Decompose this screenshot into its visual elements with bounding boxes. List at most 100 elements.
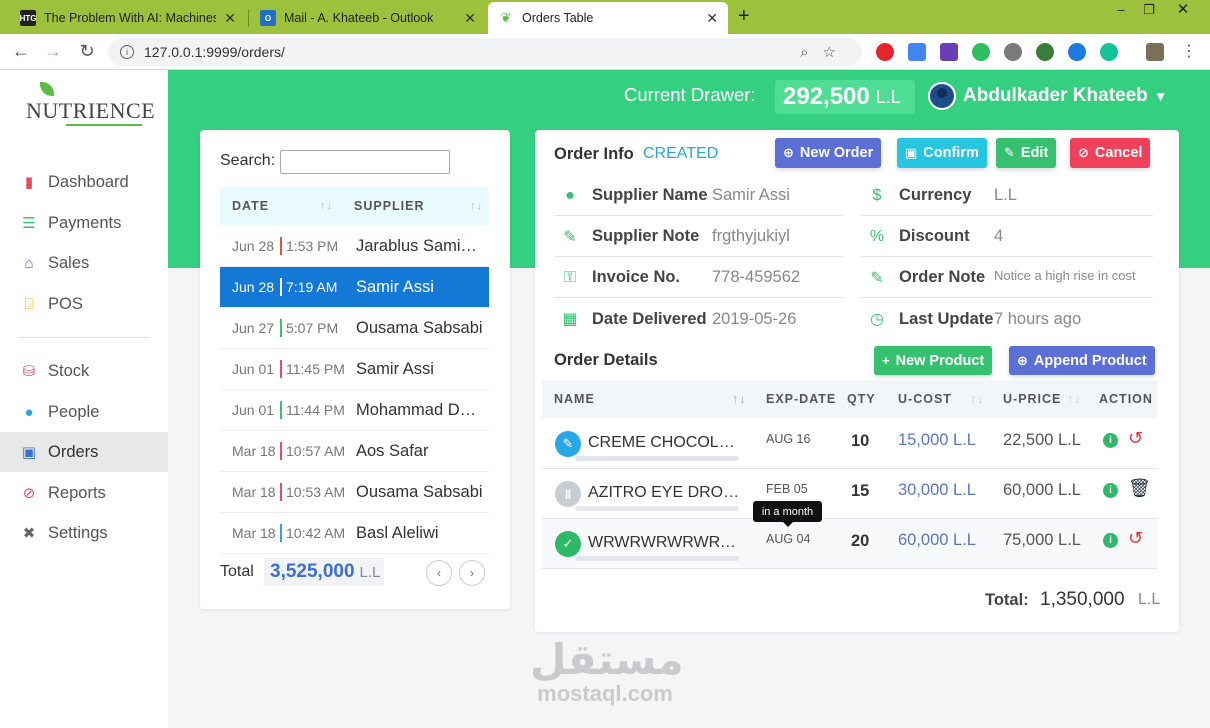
nutrience-favicon-icon: ❦ [500, 10, 512, 25]
restore-icon[interactable]: ❐ [1134, 0, 1164, 20]
order-time: 10:57 AM [286, 443, 346, 459]
sidebar-item-reports[interactable]: ⊘ Reports [0, 473, 168, 513]
sidebar-item-payments[interactable]: ☰ Payments [0, 203, 168, 243]
sidebar-item-label: Stock [48, 361, 90, 380]
evernote-icon[interactable] [972, 43, 990, 61]
column-header-u-price[interactable]: U-PRICE [1003, 392, 1061, 406]
order-row[interactable]: Jun 27 5:07 PM Ousama Sabsabi [220, 308, 489, 349]
sidebar-item-label: Reports [48, 483, 106, 502]
window-close-icon[interactable]: ✕ [1168, 0, 1198, 20]
profile-avatar[interactable] [1146, 43, 1164, 61]
brand-logo[interactable]: NUTRIENCE [26, 80, 155, 132]
back-icon[interactable]: ← [10, 41, 32, 62]
order-supplier: Ousama Sabsabi [356, 482, 483, 501]
product-row[interactable]: ✎ CREME CHOCOLATE AUG 16 10 15,000 L.L 22,500… [542, 419, 1158, 469]
extension-icon[interactable] [876, 43, 894, 61]
order-row[interactable]: Mar 18 10:42 AM Basl Aleliwi [220, 513, 489, 554]
next-page-button[interactable]: › [459, 560, 485, 586]
column-header-date[interactable]: DATE [232, 199, 269, 213]
sort-icon[interactable]: ↑↓ [470, 200, 483, 212]
progress-bar [575, 556, 739, 561]
reload-icon[interactable]: ↻ [76, 41, 98, 62]
sidebar-item-stock[interactable]: ⛁ Stock [0, 351, 168, 391]
sidebar-item-dashboard[interactable]: ▮ Dashboard [0, 162, 168, 202]
info-icon[interactable]: i [1103, 483, 1118, 498]
extension-icon[interactable] [1004, 43, 1022, 61]
order-row[interactable]: Jun 28 1:53 PM Jarablus Samiskaaa [220, 226, 489, 267]
browser-tab-active[interactable]: ❦ Orders Table ✕ [488, 2, 728, 34]
confirm-button[interactable]: ▣ Confirm [897, 138, 987, 168]
column-header-name[interactable]: NAME [554, 392, 595, 406]
forward-icon[interactable]: → [42, 41, 64, 62]
new-tab-icon[interactable]: + [738, 5, 750, 28]
column-header-exp-date[interactable]: EXP-DATE [766, 392, 836, 406]
column-header-supplier[interactable]: SUPPLIER [354, 199, 425, 213]
date-delivered-row: ▦ Date Delivered 2019-05-26 [554, 299, 844, 339]
field-label: Supplier Note [592, 227, 700, 245]
store-icon: ⌸ [24, 295, 34, 313]
orders-icon: ▣ [21, 444, 37, 461]
user-edit-icon: ✎ [563, 228, 577, 246]
browser-tab[interactable]: O Mail - A. Khateeb - Outlook ✕ [250, 2, 486, 34]
close-icon[interactable]: ✕ [706, 10, 718, 27]
order-time: 5:07 PM [286, 320, 339, 336]
edit-button[interactable]: ✎ Edit [996, 138, 1057, 168]
quantity: 15 [851, 482, 870, 500]
order-row[interactable]: Mar 18 10:53 AM Ousama Sabsabi [220, 472, 489, 513]
close-icon[interactable]: ✕ [224, 10, 236, 27]
progress-bar [575, 456, 739, 461]
search-input[interactable] [280, 150, 450, 174]
trash-icon[interactable]: 🗑 [1128, 478, 1151, 499]
browser-tab[interactable]: HTG The Problem With AI: Machines A ✕ [10, 2, 246, 34]
extension-icon[interactable] [1068, 43, 1086, 61]
prev-page-button[interactable]: ‹ [426, 560, 452, 586]
site-info-icon[interactable]: i [120, 45, 134, 59]
field-label: Order Note [899, 268, 986, 286]
product-row[interactable]: ✓ WRWRWRWRWRWR AUG 04 20 60,000 L.L 75,000 L.… [542, 519, 1158, 569]
supplier-name-value: Samir Assi [712, 186, 790, 204]
new-order-button[interactable]: ⊕ New Order [775, 138, 882, 168]
info-icon[interactable]: i [1103, 533, 1118, 548]
exp-date: AUG 16 [766, 432, 811, 446]
sidebar-item-orders[interactable]: ▣ Orders [0, 432, 168, 472]
field-label: Currency [899, 186, 972, 204]
product-row[interactable]: ‖ AZITRO EYE DROPS FEB 05 15 30,000 L.L 60,00… [542, 469, 1158, 519]
column-header-u-cost[interactable]: U-COST [898, 392, 952, 406]
order-row[interactable]: Jun 01 11:45 PM Samir Assi [220, 349, 489, 390]
menu-icon[interactable]: ⋮ [1178, 41, 1200, 61]
sidebar-item-settings[interactable]: ✖ Settings [0, 513, 168, 553]
sidebar-item-pos[interactable]: ⌸ POS [0, 284, 168, 324]
sort-icon[interactable]: ↑↓ [732, 392, 747, 406]
sort-icon[interactable]: ↑↓ [970, 392, 985, 406]
order-date: Mar 18 [232, 443, 276, 459]
order-row[interactable]: Jun 28 7:19 AM Samir Assi [220, 267, 489, 308]
order-row[interactable]: Mar 18 10:57 AM Aos Safar [220, 431, 489, 472]
order-supplier: Samir Assi [356, 277, 434, 296]
user-menu[interactable]: Abdulkader Khateeb ▼ [928, 82, 1168, 110]
order-supplier: Jarablus Samiskaaa [356, 236, 484, 255]
close-icon[interactable]: ✕ [464, 10, 476, 27]
sidebar-item-people[interactable]: ● People [0, 392, 168, 432]
sort-icon[interactable]: ↑↓ [320, 200, 333, 212]
order-date: Jun 28 [232, 238, 275, 254]
url-field[interactable]: i 127.0.0.1:9999/orders/ ⌕☆ [108, 38, 862, 66]
cancel-button[interactable]: ⊘ Cancel [1070, 138, 1151, 168]
translate-icon[interactable] [908, 43, 926, 61]
append-product-button[interactable]: ⊕ Append Product [1009, 346, 1155, 375]
status-bar [280, 442, 282, 460]
extension-icon[interactable] [940, 43, 958, 61]
grammarly-icon[interactable] [1100, 43, 1118, 61]
undo-icon[interactable]: ↺ [1128, 428, 1143, 449]
sidebar-item-sales[interactable]: ⌂ Sales [0, 243, 168, 283]
undo-icon[interactable]: ↺ [1128, 528, 1143, 549]
minimize-icon[interactable]: – [1106, 0, 1136, 20]
plus-circle-icon: ⊕ [783, 145, 794, 160]
sort-icon[interactable]: ↑↓ [1067, 392, 1082, 406]
info-icon[interactable]: i [1103, 433, 1118, 448]
new-product-button[interactable]: + New Product [874, 346, 993, 375]
quantity: 20 [851, 532, 870, 550]
extension-icon[interactable] [1036, 43, 1054, 61]
order-row[interactable]: Jun 01 11:44 PM Mohammad Darwish [220, 390, 489, 431]
zoom-bookmark-icons[interactable]: ⌕☆ [800, 43, 850, 61]
column-header-qty[interactable]: QTY [847, 392, 875, 406]
